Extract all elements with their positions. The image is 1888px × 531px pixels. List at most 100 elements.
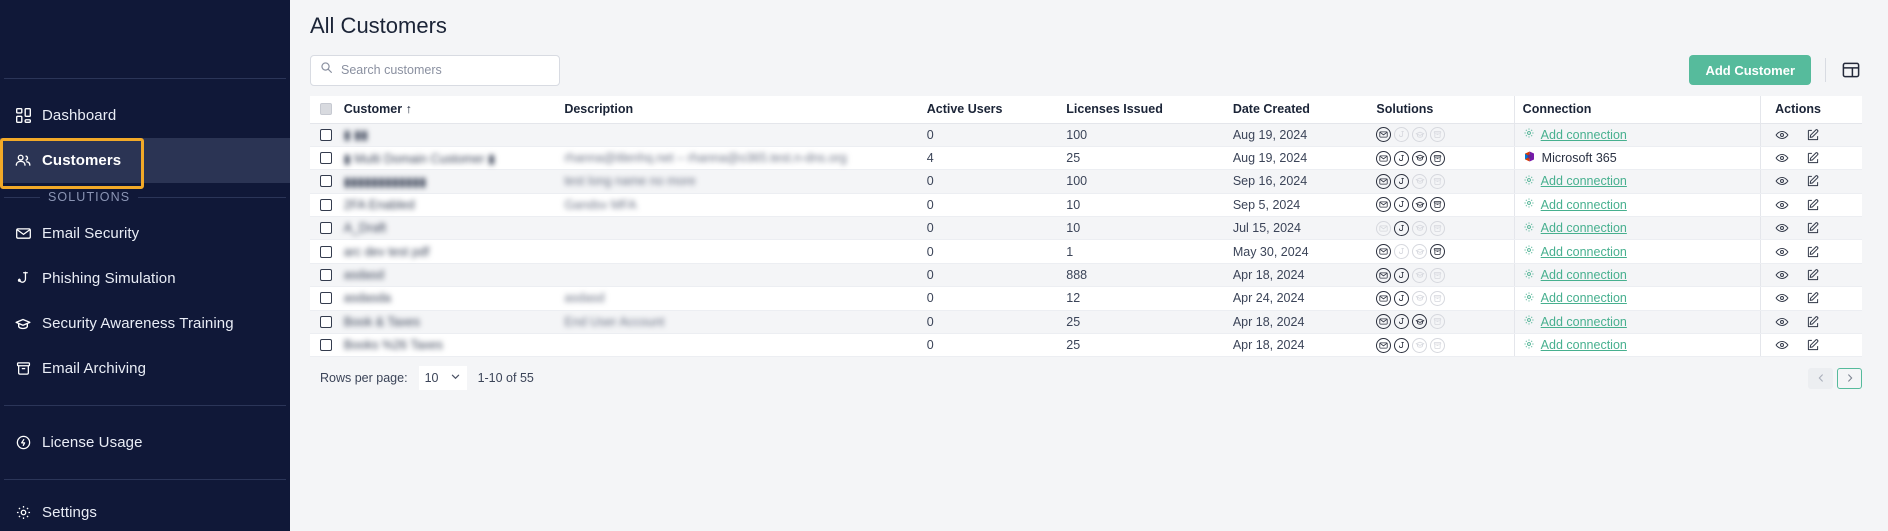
row-checkbox[interactable] [320,175,332,188]
column-header-active-users[interactable]: Active Users [926,96,1067,124]
table-row[interactable]: ▮▮▮▮▮▮▮▮▮▮▮▮ test long name no more 0 100 Se… [310,169,1862,194]
table-row[interactable]: arc dev test pdf 0 1 May 30, 2024 Add connec… [310,239,1862,264]
solution-envelope-icon[interactable] [1376,337,1392,353]
solution-envelope-icon[interactable] [1376,314,1392,330]
solution-graduation-cap-icon[interactable] [1412,314,1428,330]
edit-pencil-icon[interactable] [1806,221,1820,235]
solution-graduation-cap-icon[interactable] [1412,127,1428,143]
solution-fish-hook-icon[interactable] [1394,173,1410,189]
table-row[interactable]: ▮ ▮▮ 0 100 Aug 19, 2024 Add connection [310,123,1862,147]
column-header-connection[interactable]: Connection [1513,96,1761,124]
solution-archive-box-icon[interactable] [1430,337,1446,353]
pagination-next-button[interactable] [1837,367,1862,389]
sidebar-item-dashboard[interactable]: Dashboard [0,93,290,138]
row-checkbox[interactable] [320,198,332,211]
solution-envelope-icon[interactable] [1376,267,1392,283]
add-connection-link[interactable]: Add connection [1541,315,1627,329]
table-row[interactable]: asdasd 0 888 Apr 18, 2024 Add connection [310,263,1862,288]
solution-fish-hook-icon[interactable] [1394,244,1410,260]
solution-envelope-icon[interactable] [1376,244,1392,260]
table-columns-icon[interactable] [1840,59,1862,81]
column-header-solutions[interactable]: Solutions [1372,96,1515,124]
add-connection-link[interactable]: Add connection [1541,221,1627,235]
sidebar-item-email-security[interactable]: Email Security [0,211,290,256]
eye-icon[interactable] [1775,268,1789,282]
solution-fish-hook-icon[interactable] [1394,150,1410,166]
solution-archive-box-icon[interactable] [1430,314,1446,330]
column-header-actions[interactable]: Actions [1760,96,1862,124]
edit-pencil-icon[interactable] [1806,268,1820,282]
sidebar-item-email-archiving[interactable]: Email Archiving [0,346,290,391]
row-checkbox[interactable] [320,128,332,141]
sidebar-item-customers[interactable]: Customers [0,138,290,189]
add-connection-link[interactable]: Add connection [1541,338,1627,352]
edit-pencil-icon[interactable] [1806,151,1820,165]
solution-fish-hook-icon[interactable] [1394,197,1410,213]
solution-fish-hook-icon[interactable] [1394,290,1410,306]
rows-per-page-select[interactable]: 10 [418,366,467,391]
row-checkbox[interactable] [320,292,332,305]
edit-pencil-icon[interactable] [1806,291,1820,305]
solution-graduation-cap-icon[interactable] [1412,267,1428,283]
eye-icon[interactable] [1775,315,1789,329]
column-header-date-created[interactable]: Date Created [1232,96,1373,124]
app-logo[interactable] [0,0,290,78]
row-checkbox[interactable] [320,222,332,235]
solution-fish-hook-icon[interactable] [1394,314,1410,330]
eye-icon[interactable] [1775,221,1789,235]
solution-archive-box-icon[interactable] [1430,244,1446,260]
solution-archive-box-icon[interactable] [1430,127,1446,143]
solution-archive-box-icon[interactable] [1430,267,1446,283]
add-connection-link[interactable]: Add connection [1541,198,1627,212]
solution-fish-hook-icon[interactable] [1394,337,1410,353]
solution-fish-hook-icon[interactable] [1394,267,1410,283]
add-connection-link[interactable]: Add connection [1541,174,1627,188]
sidebar-item-phishing-simulation[interactable]: Phishing Simulation [0,256,290,301]
solution-archive-box-icon[interactable] [1430,220,1446,236]
sidebar-item-license-usage[interactable]: License Usage [0,420,290,465]
solution-archive-box-icon[interactable] [1430,197,1446,213]
sidebar-item-settings[interactable]: Settings [0,490,290,531]
pagination-prev-button[interactable] [1808,367,1833,389]
add-connection-link[interactable]: Add connection [1541,268,1627,282]
edit-pencil-icon[interactable] [1806,198,1820,212]
table-row[interactable]: ▮ Multi Domain Customer ▮ rhanna@itlenhq.… [310,146,1862,171]
solution-envelope-icon[interactable] [1376,290,1392,306]
solution-fish-hook-icon[interactable] [1394,127,1410,143]
table-row[interactable]: A_Draft 0 10 Jul 15, 2024 Add connection [310,216,1862,241]
solution-graduation-cap-icon[interactable] [1412,197,1428,213]
solution-graduation-cap-icon[interactable] [1412,244,1428,260]
search-box[interactable] [310,54,560,86]
table-row[interactable]: asdasda asdasd 0 12 Apr 24, 2024 Add connecti… [310,286,1862,311]
add-connection-link[interactable]: Add connection [1541,245,1627,259]
solution-fish-hook-icon[interactable] [1394,220,1410,236]
edit-pencil-icon[interactable] [1806,245,1820,259]
edit-pencil-icon[interactable] [1806,128,1820,142]
solution-graduation-cap-icon[interactable] [1412,150,1428,166]
table-row[interactable]: Book & Taxes End User Account 0 25 Apr 18, 2… [310,310,1862,335]
solution-archive-box-icon[interactable] [1430,150,1446,166]
eye-icon[interactable] [1775,128,1789,142]
solution-archive-box-icon[interactable] [1430,290,1446,306]
column-header-licenses-issued[interactable]: Licenses Issued [1066,96,1233,124]
eye-icon[interactable] [1775,151,1789,165]
solution-envelope-icon[interactable] [1376,127,1392,143]
row-checkbox[interactable] [320,339,332,352]
solution-graduation-cap-icon[interactable] [1412,337,1428,353]
add-customer-button[interactable]: Add Customer [1689,55,1811,85]
table-row[interactable]: 2FA Enabled Gandsv MFA 0 10 Sep 5, 2024 Add c… [310,193,1862,218]
eye-icon[interactable] [1775,198,1789,212]
solution-graduation-cap-icon[interactable] [1412,290,1428,306]
add-connection-link[interactable]: Add connection [1541,128,1627,142]
row-checkbox[interactable] [320,269,332,282]
row-checkbox[interactable] [320,315,332,328]
row-checkbox[interactable] [320,245,332,258]
table-row[interactable]: Books %26 Taxes 0 25 Apr 18, 2024 Add connec… [310,333,1862,358]
edit-pencil-icon[interactable] [1806,315,1820,329]
solution-graduation-cap-icon[interactable] [1412,220,1428,236]
add-connection-link[interactable]: Add connection [1541,291,1627,305]
search-input[interactable] [341,63,550,77]
eye-icon[interactable] [1775,174,1789,188]
solution-envelope-icon[interactable] [1376,197,1392,213]
eye-icon[interactable] [1775,291,1789,305]
